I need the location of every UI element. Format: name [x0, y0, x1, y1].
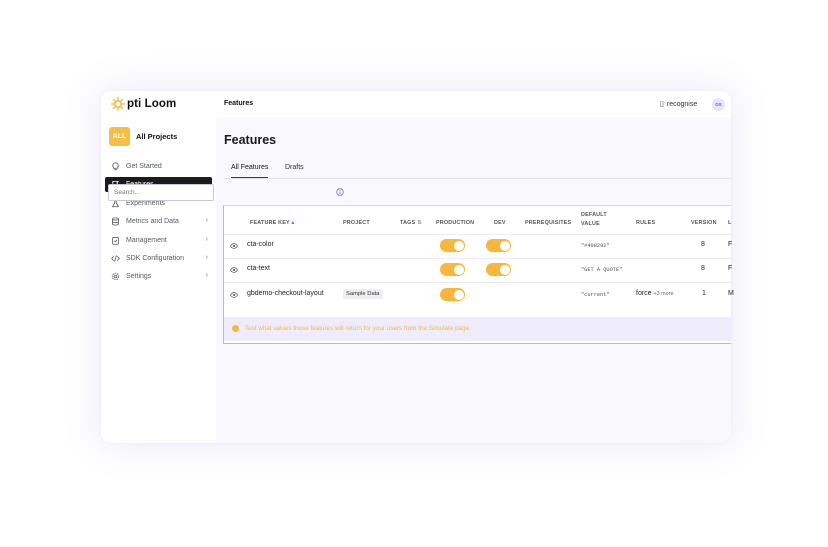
chevron-right-icon: ›: [205, 253, 208, 261]
code-icon: [110, 253, 120, 263]
divider: [224, 258, 732, 259]
sidebar-item-label: Metrics and Data: [126, 218, 179, 226]
lightbulb-icon: [110, 162, 120, 172]
header-project[interactable]: PROJECT: [343, 220, 370, 227]
org-name: recognise: [666, 100, 698, 108]
header-dev[interactable]: DEV: [494, 220, 506, 227]
project-badge: ALL: [109, 127, 130, 146]
header-rules[interactable]: RULES: [636, 220, 655, 227]
sidebar-item-sdk-configuration[interactable]: SDK Configuration ›: [105, 251, 212, 266]
header-last[interactable]: L: [728, 220, 732, 227]
sidebar-item-get-started[interactable]: Get Started: [105, 159, 212, 174]
last-column-value: F: [728, 241, 733, 248]
tab-drafts[interactable]: Drafts: [285, 164, 304, 177]
tab-all-features[interactable]: All Features: [231, 164, 269, 178]
project-selector[interactable]: ALL All Projects: [109, 127, 177, 146]
logo-text: pti Loom: [127, 98, 177, 110]
page-title: Features: [224, 133, 277, 147]
production-toggle[interactable]: [440, 288, 465, 301]
eye-icon[interactable]: [230, 243, 238, 249]
chevron-right-icon: ›: [205, 235, 208, 243]
header-feature-key[interactable]: FEATURE KEY ▴: [250, 220, 294, 227]
sidebar: pti Loom ALL All Projects Get Started Fe…: [101, 91, 216, 443]
sidebar-nav: Get Started Features Experiments Metrics…: [105, 159, 212, 288]
sidebar-item-management[interactable]: Management ›: [105, 233, 212, 248]
header-tags[interactable]: TAGS ⇅: [400, 220, 422, 227]
production-toggle[interactable]: [440, 263, 465, 276]
default-value: "GET A QUOTE": [581, 267, 623, 273]
feature-key-link[interactable]: cta-text: [247, 265, 270, 272]
header-prerequisites[interactable]: PREREQUISITES: [525, 220, 571, 227]
production-toggle[interactable]: [440, 239, 465, 252]
avatar[interactable]: OS: [712, 98, 725, 111]
version: 8: [701, 265, 705, 272]
clipboard-icon: [110, 235, 120, 245]
header-version[interactable]: VERSION: [691, 220, 717, 227]
search-input[interactable]: [108, 184, 214, 201]
features-table: FEATURE KEY ▴ PROJECT TAGS ⇅ PRODUCTION …: [223, 205, 734, 344]
chevron-right-icon: ›: [205, 217, 208, 225]
eye-icon[interactable]: [230, 292, 238, 298]
header-production[interactable]: PRODUCTION: [436, 220, 474, 227]
feature-key-link[interactable]: gbdemo-checkout-layout: [247, 290, 324, 297]
sidebar-item-metrics-and-data[interactable]: Metrics and Data ›: [105, 214, 212, 229]
info-icon: [232, 325, 239, 332]
feature-tabs: All Features Drafts: [224, 163, 731, 179]
info-icon[interactable]: [336, 188, 344, 196]
version: 8: [701, 241, 705, 248]
eye-icon[interactable]: [230, 267, 238, 273]
default-value: "current": [581, 292, 610, 298]
sidebar-item-label: Settings: [126, 273, 152, 281]
org-switcher[interactable]: ▯ recognise: [660, 100, 698, 109]
database-icon: [110, 217, 120, 227]
sidebar-item-label: Get Started: [126, 163, 162, 170]
sidebar-item-label: Management: [126, 236, 167, 244]
version: 1: [702, 290, 706, 297]
chevron-right-icon: ›: [205, 272, 208, 280]
project-tag: Sample Data: [343, 289, 383, 299]
rules-summary: force +3 more: [636, 290, 674, 297]
simulate-banner[interactable]: Test what values these features will ret…: [224, 317, 732, 341]
dev-toggle[interactable]: [486, 239, 511, 252]
last-column-value: F: [728, 265, 733, 272]
feature-key-link[interactable]: cta-color: [247, 241, 274, 248]
gear-icon: [110, 272, 120, 282]
project-name: All Projects: [136, 132, 178, 141]
default-value: "#408292": [581, 243, 610, 249]
banner-text: Test what values these features will ret…: [245, 325, 471, 332]
divider: [224, 234, 732, 235]
app-logo[interactable]: pti Loom: [111, 95, 176, 113]
building-icon: ▯: [660, 101, 664, 108]
header-default-value[interactable]: DEFAULT VALUE: [581, 212, 607, 228]
dev-toggle[interactable]: [486, 263, 511, 276]
sidebar-item-label: SDK Configuration: [126, 254, 184, 262]
sidebar-item-settings[interactable]: Settings ›: [105, 269, 212, 284]
topbar: Features: [216, 91, 731, 117]
last-column-value: M: [728, 290, 734, 297]
breadcrumb: Features: [224, 100, 254, 107]
logo-sun-icon: [111, 97, 125, 111]
divider: [224, 282, 732, 283]
